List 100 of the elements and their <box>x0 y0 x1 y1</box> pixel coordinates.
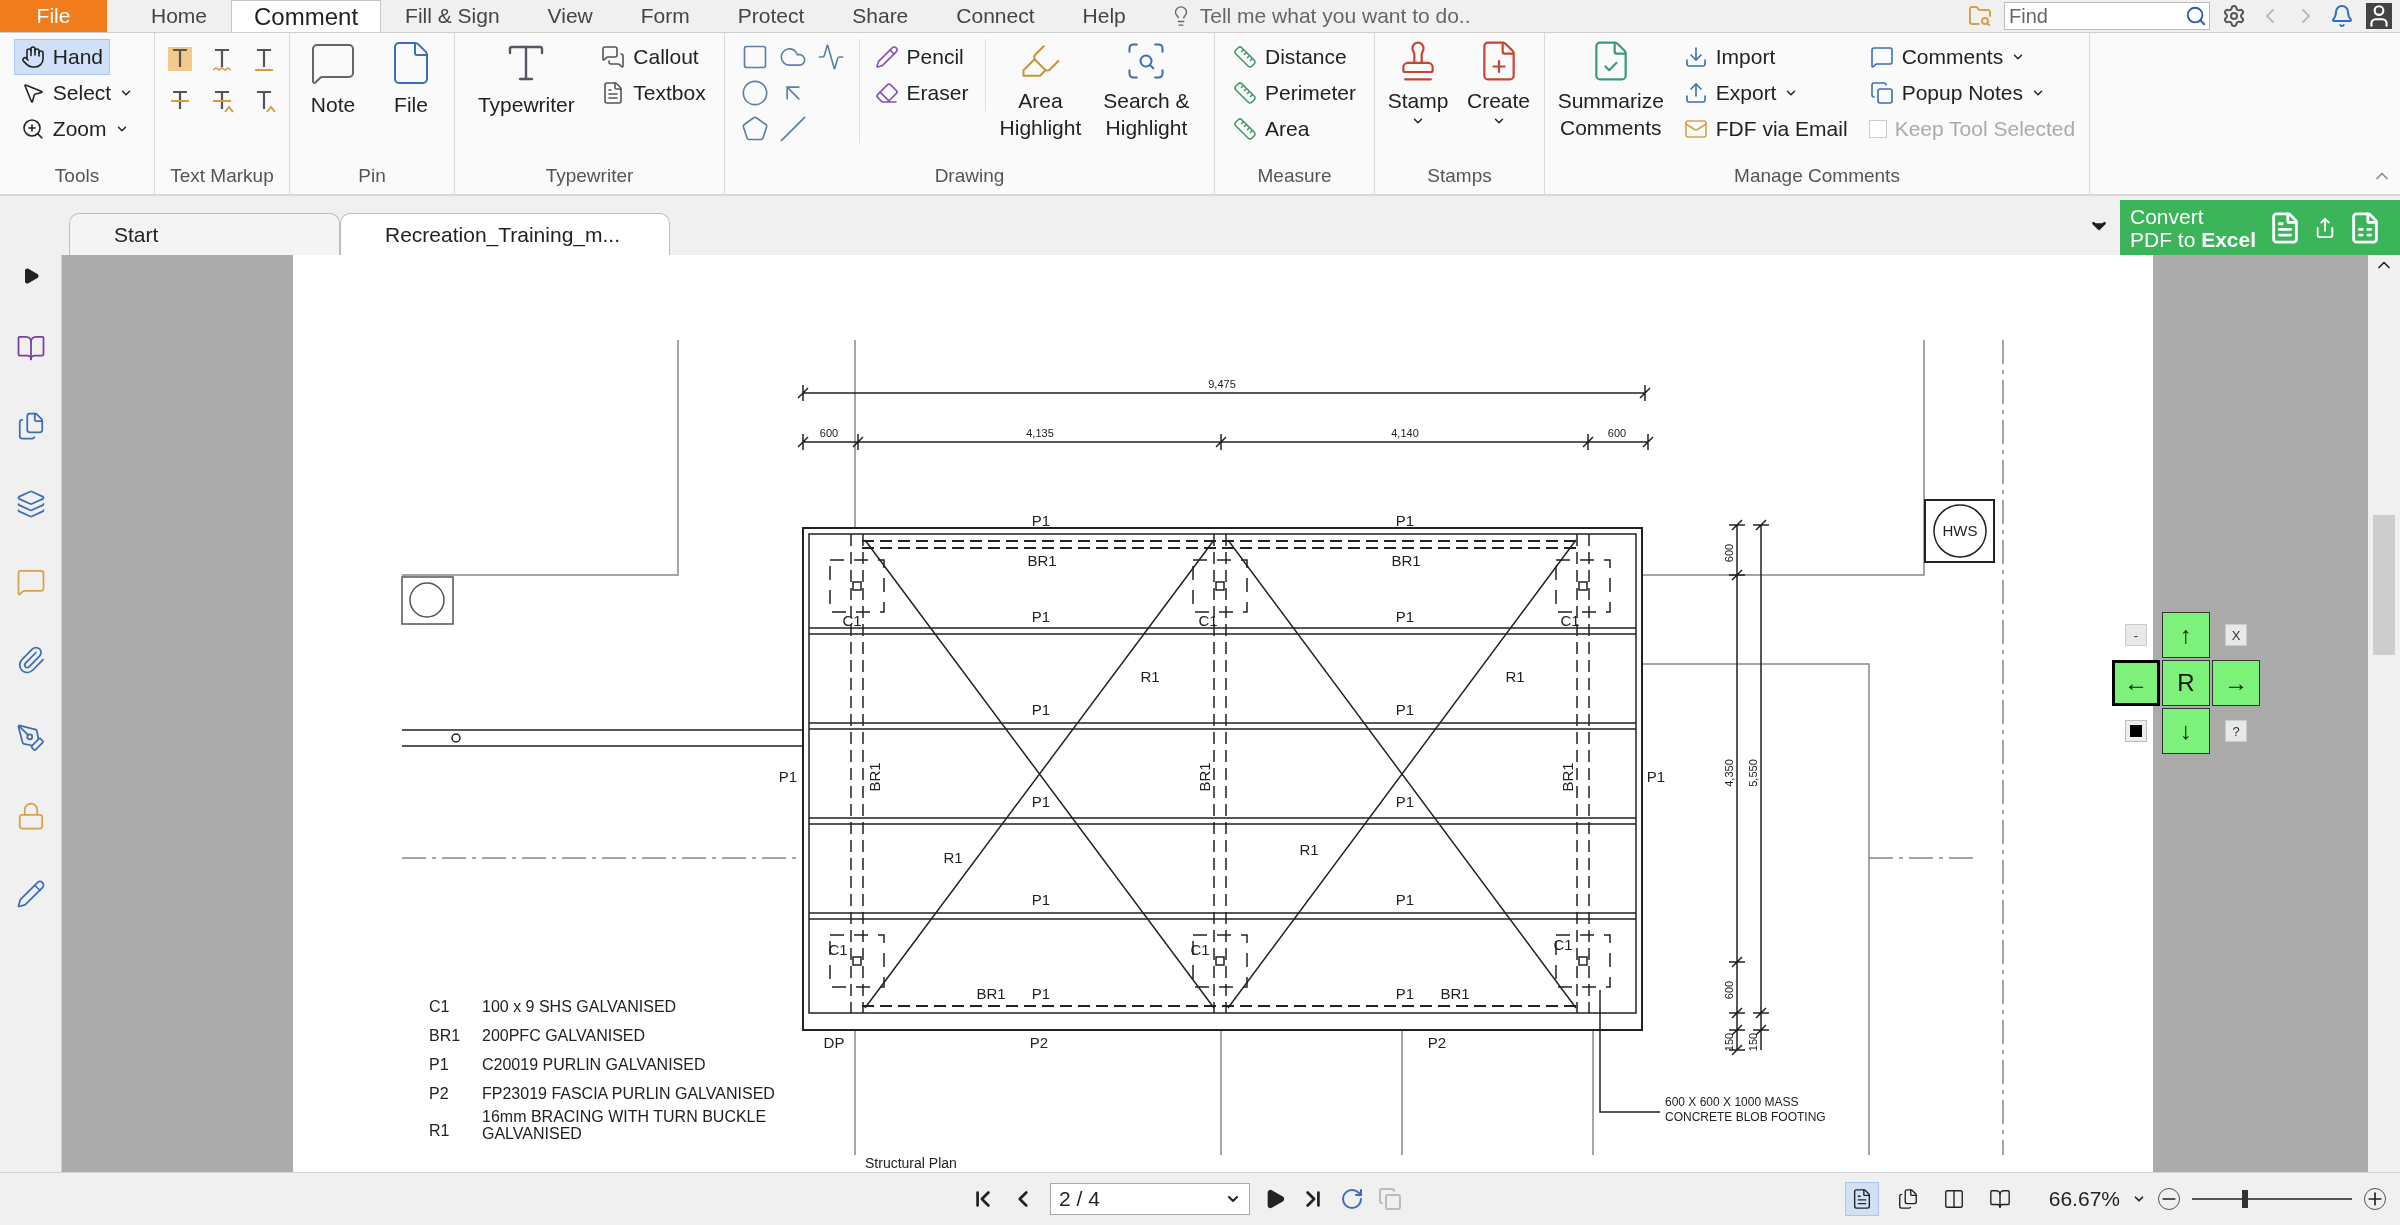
measure-tool-button[interactable]: Perimeter <box>1226 75 1363 111</box>
comments-icon <box>1869 45 1894 69</box>
tell-me-field[interactable]: Tell me what you want to do.. <box>1199 0 1620 32</box>
pan-button[interactable]: ↓ <box>2162 708 2210 754</box>
drawing-label: 150 <box>1747 1032 1759 1052</box>
area-highlight-button[interactable]: Area Highlight <box>994 39 1087 141</box>
textbox-button[interactable]: Textbox <box>594 75 713 111</box>
ruler-icon <box>1233 45 1257 69</box>
eraser-button[interactable]: Eraser <box>867 75 976 111</box>
create-stamp-button[interactable]: Create <box>1461 39 1536 128</box>
menu-tab[interactable]: Connect <box>932 0 1059 32</box>
notification-icon[interactable] <box>2330 4 2354 28</box>
export-icon <box>1683 81 1708 105</box>
oval-icon[interactable] <box>740 79 769 107</box>
polygon-icon[interactable] <box>740 115 769 143</box>
drawing-label: C1 <box>1198 612 1218 629</box>
page-layout-icon <box>1988 1188 2011 1210</box>
pan-button[interactable]: → <box>2212 660 2260 706</box>
zoom-slider-thumb[interactable] <box>2241 1190 2248 1208</box>
signature-icon[interactable] <box>15 723 46 753</box>
toggle-checkbox[interactable] <box>2125 720 2147 742</box>
drawing-label: P1 <box>778 768 798 785</box>
find-field[interactable]: Find <box>2004 2 2210 30</box>
menu-tab[interactable]: Help <box>1058 0 1150 32</box>
popup-notes-button[interactable]: Popup Notes <box>1862 75 2082 111</box>
zoom-tool-button[interactable]: Zoom <box>13 111 136 147</box>
footing-note: 600 X 600 X 1000 MASS CONCRETE BLOB FOOTING <box>1665 1095 1826 1124</box>
banner-title: Convert <box>2130 204 2205 228</box>
document-tab[interactable]: Recreation_Training_m... <box>340 213 670 255</box>
group-label: Tools <box>53 163 101 188</box>
measure-tool-button[interactable]: Distance <box>1226 39 1363 75</box>
legend-code: P2 <box>429 1085 449 1102</box>
pan-button[interactable]: ← <box>2112 660 2160 706</box>
file-attachment-button[interactable]: File <box>376 39 446 118</box>
menu-tab[interactable]: Fill & Sign <box>381 0 524 32</box>
ruler-icon <box>1233 81 1257 105</box>
legend-code: BR1 <box>429 1027 461 1044</box>
settings-icon[interactable] <box>2222 4 2246 28</box>
drawing-label: P2 <box>1427 1034 1447 1051</box>
legend-description: FP23019 FASCIA PURLIN GALVANISED <box>482 1085 775 1102</box>
note-button[interactable]: Note <box>298 39 368 118</box>
group-label: Drawing <box>933 163 1006 188</box>
summarize-comments-button[interactable]: Summarize Comments <box>1552 39 1669 141</box>
drawing-label: P2 <box>1029 1034 1049 1051</box>
pan-button[interactable]: R <box>2162 660 2210 706</box>
menu-tab[interactable]: Form <box>616 0 714 32</box>
page-layout-icon <box>1896 1188 1919 1210</box>
menu-tab[interactable]: Comment <box>231 0 382 32</box>
drawing-label: R1 <box>1140 668 1160 685</box>
drawing-label: C1 <box>1560 612 1580 629</box>
drawing-label: P1 <box>1395 793 1415 810</box>
pad-control-button[interactable]: X <box>2225 624 2247 646</box>
legend-code: C1 <box>429 998 450 1015</box>
legend-description: 16mm BRACING WITH TURN BUCKLE GALVANISED <box>482 1108 767 1142</box>
page-number-field[interactable]: 2 / 4 <box>1050 1183 1250 1215</box>
legend-code: R1 <box>429 1122 450 1139</box>
drawing-label: 4,135 <box>1026 427 1054 439</box>
polyline-icon[interactable] <box>816 43 845 71</box>
menu-tab[interactable]: Protect <box>713 0 829 32</box>
menu-tab[interactable]: Share <box>828 0 933 32</box>
drawing-label: R1 <box>943 849 963 866</box>
menu-tab[interactable]: View <box>523 0 617 32</box>
layers-icon[interactable] <box>15 489 46 519</box>
search-icon[interactable] <box>2185 5 2207 27</box>
drawing-label: HWS <box>1942 522 1978 539</box>
pad-control-button[interactable]: - <box>2125 624 2147 646</box>
zoom-slider[interactable] <box>2192 1189 2352 1209</box>
pad-control-button[interactable]: ? <box>2225 720 2247 742</box>
drawing-label: P1 <box>1395 512 1415 529</box>
drawing-label: 4,140 <box>1391 427 1419 439</box>
drawing-label: P1 <box>1395 985 1415 1002</box>
page-layout-icon <box>1942 1188 1965 1210</box>
view-mode-button[interactable] <box>1844 1182 1879 1216</box>
comments-button[interactable]: Comments <box>1862 39 2082 75</box>
search-highlight-button[interactable]: Search & Highlight <box>1094 39 1199 141</box>
measure-tool-button[interactable]: Area <box>1226 111 1363 147</box>
legend-description: 100 x 9 SHS GALVANISED <box>482 998 677 1015</box>
export-button[interactable]: Export <box>1676 75 1855 111</box>
document-tab[interactable]: Start <box>69 213 340 255</box>
callout-button[interactable]: Callout <box>594 39 713 75</box>
pan-button[interactable]: ↑ <box>2162 612 2210 658</box>
group-label: Measure <box>1256 163 1333 188</box>
stamp-button[interactable]: Stamp <box>1383 39 1453 128</box>
zoom-level[interactable]: 66.67% <box>2048 1183 2120 1215</box>
drawing-label: 4,350 <box>1723 759 1735 787</box>
line-icon[interactable] <box>778 115 807 143</box>
user-avatar-icon[interactable] <box>2366 3 2392 29</box>
select-tool-button[interactable]: Select <box>13 75 141 111</box>
fdf-email-button[interactable]: FDF via Email <box>1676 111 1855 147</box>
drawing-label: 600 <box>1607 427 1627 439</box>
menu-tab[interactable]: Home <box>127 0 232 32</box>
scrollbar-thumb[interactable] <box>2373 515 2395 655</box>
highlight-text-icon <box>166 45 194 73</box>
typewriter-button[interactable]: Typewriter <box>466 39 587 118</box>
hand-tool-button[interactable]: Hand <box>13 39 110 75</box>
drawing-label: BR1 <box>1391 552 1421 569</box>
import-button[interactable]: Import <box>1676 39 1855 75</box>
hand-icon <box>20 45 45 69</box>
pencil-button[interactable]: Pencil <box>867 39 976 75</box>
drawing-label: BR1 <box>1196 762 1213 792</box>
